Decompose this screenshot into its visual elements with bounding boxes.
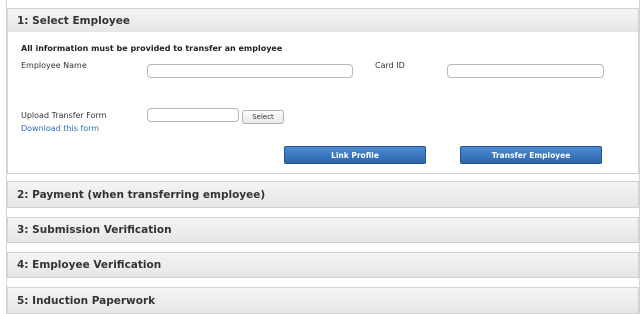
download-form-link[interactable]: Download this form bbox=[21, 124, 99, 133]
step-1-header[interactable]: 1: Select Employee bbox=[7, 8, 639, 33]
card-id-label: Card ID bbox=[375, 61, 405, 70]
employee-name-label: Employee Name bbox=[21, 61, 87, 70]
step-2-header[interactable]: 2: Payment (when transferring employee) bbox=[7, 181, 639, 208]
select-employee-panel: All information must be provided to tran… bbox=[7, 32, 639, 174]
step-5-header[interactable]: 5: Induction Paperwork bbox=[7, 287, 639, 314]
step-3-header[interactable]: 3: Submission Verification bbox=[7, 217, 639, 243]
step-3-title: 3: Submission Verification bbox=[17, 224, 172, 236]
upload-file-input[interactable] bbox=[147, 108, 239, 122]
employee-name-input[interactable] bbox=[147, 64, 353, 78]
step-5-title: 5: Induction Paperwork bbox=[17, 294, 156, 307]
upload-transfer-form-label: Upload Transfer Form bbox=[21, 111, 107, 120]
card-id-input[interactable] bbox=[447, 64, 604, 78]
link-profile-button[interactable]: Link Profile bbox=[284, 146, 426, 164]
step-4-title: 4: Employee Verification bbox=[17, 259, 162, 271]
required-info-note: All information must be provided to tran… bbox=[21, 44, 283, 53]
step-4-header[interactable]: 4: Employee Verification bbox=[7, 252, 639, 278]
transfer-employee-button[interactable]: Transfer Employee bbox=[460, 146, 602, 164]
transfer-wizard: 1: Select Employee All information must … bbox=[6, 0, 640, 314]
step-2-title: 2: Payment (when transferring employee) bbox=[17, 188, 266, 201]
select-file-button[interactable]: Select bbox=[242, 110, 284, 124]
step-1-title: 1: Select Employee bbox=[17, 14, 130, 27]
